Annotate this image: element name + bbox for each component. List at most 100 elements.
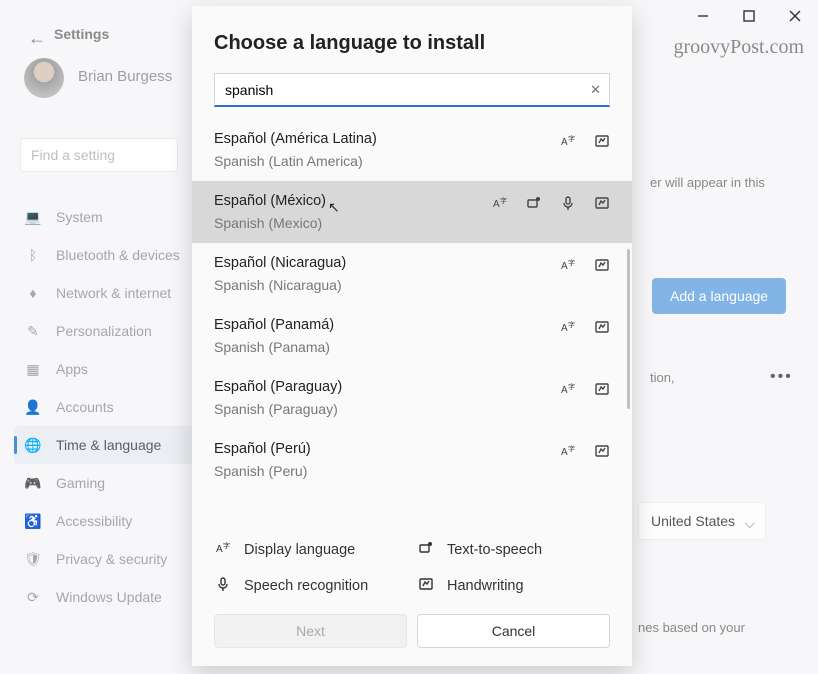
nav-icon: ⟳	[24, 588, 42, 606]
sidebar: 💻 System ᛒ Bluetooth & devices ♦ Network & in…	[14, 198, 194, 616]
avatar	[24, 58, 64, 98]
language-search-field[interactable]	[225, 82, 579, 98]
handwriting-icon	[594, 319, 610, 335]
watermark-text: groovyPost.com	[673, 36, 804, 59]
svg-text:字: 字	[500, 196, 507, 205]
nav-icon: ᛒ	[24, 246, 42, 264]
sidebar-item-gaming[interactable]: 🎮 Gaming	[14, 464, 194, 502]
sidebar-item-accessibility[interactable]: ♿ Accessibility	[14, 502, 194, 540]
language-result-item[interactable]: A字Español (Nicaragua)Spanish (Nicaragua)	[192, 243, 632, 305]
feature-icons: A字	[560, 255, 610, 273]
handwriting-icon	[594, 443, 610, 459]
language-name-english: Spanish (Latin America)	[214, 153, 610, 169]
display-icon: A字	[560, 257, 576, 273]
display-icon: A字	[560, 381, 576, 397]
language-name-native: Español (Paraguay)	[214, 379, 610, 395]
language-result-item[interactable]: A字Español (Paraguay)Spanish (Paraguay)	[192, 367, 632, 429]
language-result-item[interactable]: A字Español (Perú)Spanish (Peru)	[192, 429, 632, 491]
nav-label: Bluetooth & devices	[56, 247, 180, 263]
handwriting-icon	[417, 576, 435, 596]
next-button[interactable]: Next	[214, 614, 407, 648]
feature-icons: A字	[560, 379, 610, 397]
language-results-list: A字Español (América Latina)Spanish (Latin…	[192, 119, 632, 524]
language-name-english: Spanish (Nicaragua)	[214, 277, 610, 293]
svg-text:A: A	[561, 385, 568, 396]
handwriting-icon	[594, 133, 610, 149]
feature-icons: A字	[492, 193, 610, 211]
legend-display-language: A字 Display language	[214, 540, 407, 560]
nav-label: System	[56, 209, 103, 225]
svg-text:A: A	[561, 447, 568, 458]
handwriting-icon	[594, 195, 610, 211]
nav-label: Apps	[56, 361, 88, 377]
region-dropdown[interactable]: United States	[638, 502, 766, 540]
minimize-button[interactable]	[680, 0, 726, 32]
nav-icon: 👤	[24, 398, 42, 416]
feature-icons: A字	[560, 441, 610, 459]
more-options-button[interactable]: •••	[770, 368, 793, 386]
username-label: Brian Burgess	[78, 68, 172, 85]
sidebar-item-time-language[interactable]: 🌐 Time & language	[14, 426, 194, 464]
sidebar-item-accounts[interactable]: 👤 Accounts	[14, 388, 194, 426]
maximize-button[interactable]	[726, 0, 772, 32]
close-button[interactable]	[772, 0, 818, 32]
svg-text:字: 字	[568, 134, 575, 143]
sidebar-item-windows-update[interactable]: ⟳Windows Update	[14, 578, 194, 616]
nav-label: Gaming	[56, 475, 105, 491]
svg-text:字: 字	[223, 541, 230, 550]
find-setting-placeholder: Find a setting	[31, 147, 115, 163]
speech-icon	[560, 195, 576, 211]
nav-icon: 🛡	[24, 550, 42, 568]
sidebar-item-apps[interactable]: ▦ Apps	[14, 350, 194, 388]
language-result-item[interactable]: A字Español (México)Spanish (Mexico)↖	[192, 181, 632, 243]
legend-handwriting: Handwriting	[417, 576, 610, 596]
nav-label: Time & language	[56, 437, 161, 453]
back-arrow-icon[interactable]: ←	[28, 28, 46, 49]
display-icon: A字	[560, 133, 576, 149]
svg-text:A: A	[561, 261, 568, 272]
nav-icon: 🌐	[24, 436, 42, 454]
text-to-speech-icon	[417, 540, 435, 560]
legend-text-to-speech: Text-to-speech	[417, 540, 610, 560]
add-language-button[interactable]: Add a language	[652, 278, 786, 314]
language-name-native: Español (Perú)	[214, 441, 610, 457]
handwriting-icon	[594, 381, 610, 397]
nav-icon: ♿	[24, 512, 42, 530]
feature-icons: A字	[560, 131, 610, 149]
nav-icon: 💻	[24, 208, 42, 226]
sidebar-item-personalization[interactable]: ✎Personalization	[14, 312, 194, 350]
language-name-native: Español (Panamá)	[214, 317, 610, 333]
display-icon: A字	[560, 319, 576, 335]
display-icon: A字	[492, 195, 508, 211]
clear-search-icon[interactable]: ✕	[590, 82, 601, 98]
svg-text:字: 字	[568, 444, 575, 453]
bg-hint-text: er will appear in this	[650, 175, 765, 190]
nav-icon: ♦	[24, 284, 42, 302]
feature-legend: A字 Display language Text-to-speech Speec…	[192, 524, 632, 602]
legend-speech-recognition: Speech recognition	[214, 576, 407, 596]
language-search-input[interactable]: ✕	[214, 73, 610, 107]
nav-label: Accounts	[56, 399, 114, 415]
find-setting-input[interactable]: Find a setting	[20, 138, 178, 172]
nav-label: Accessibility	[56, 513, 132, 529]
language-name-english: Spanish (Panama)	[214, 339, 610, 355]
cancel-button[interactable]: Cancel	[417, 614, 610, 648]
language-result-item[interactable]: A字Español (América Latina)Spanish (Latin…	[192, 119, 632, 181]
svg-text:A: A	[561, 137, 568, 148]
sidebar-item-system[interactable]: 💻 System	[14, 198, 194, 236]
language-result-item[interactable]: A字Español (Panamá) Spanish (Panama)	[192, 305, 632, 367]
display-icon: A字	[560, 443, 576, 459]
display-language-icon: A字	[214, 540, 232, 560]
nav-icon: 🎮	[24, 474, 42, 492]
window-controls	[680, 0, 818, 32]
svg-text:A: A	[493, 199, 500, 210]
sidebar-item-bluetooth-devices[interactable]: ᛒ Bluetooth & devices	[14, 236, 194, 274]
svg-text:字: 字	[568, 320, 575, 329]
nav-icon: ▦	[24, 360, 42, 378]
handwriting-icon	[594, 257, 610, 273]
sidebar-item-network-internet[interactable]: ♦ Network & internet	[14, 274, 194, 312]
nav-label: Personalization	[56, 323, 152, 339]
sidebar-item-privacy-security[interactable]: 🛡Privacy & security	[14, 540, 194, 578]
nav-label: Network & internet	[56, 285, 171, 301]
scrollbar-thumb[interactable]	[627, 249, 630, 409]
